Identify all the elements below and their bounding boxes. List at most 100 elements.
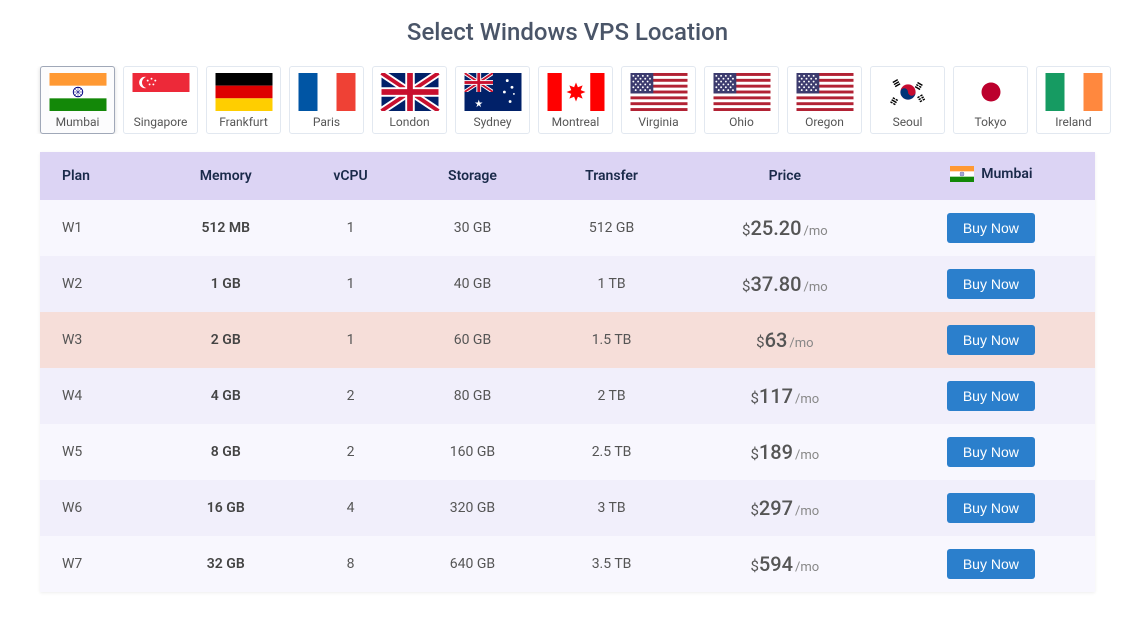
flag-sg-icon [130, 73, 192, 111]
location-card-tokyo[interactable]: Tokyo [953, 66, 1028, 134]
page-title: Select Windows VPS Location [0, 18, 1135, 46]
cell-price: $189/mo [683, 424, 887, 480]
table-row: W616 GB4320 GB3 TB$297/moBuy Now [40, 480, 1095, 536]
cell-memory: 4 GB [155, 368, 296, 424]
cell-action: Buy Now [887, 312, 1095, 368]
cell-vcpu: 2 [296, 368, 404, 424]
cell-transfer: 2.5 TB [540, 424, 683, 480]
cell-memory: 512 MB [155, 200, 296, 256]
cell-price: $25.20/mo [683, 200, 887, 256]
flag-fr-icon [296, 73, 358, 111]
flag-in-icon [47, 73, 109, 111]
cell-memory: 1 GB [155, 256, 296, 312]
location-list: Mumbai Singapore Frankfurt Paris London Sydne… [0, 66, 1135, 134]
cell-storage: 30 GB [405, 200, 540, 256]
location-label: Frankfurt [211, 115, 276, 129]
cell-plan: W3 [40, 312, 155, 368]
table-row: W44 GB280 GB2 TB$117/mo Buy Now [40, 368, 1095, 424]
cell-action: Buy Now [887, 536, 1095, 592]
cell-transfer: 3.5 TB [540, 536, 683, 592]
buy-now-button[interactable]: Buy Now [947, 381, 1035, 411]
location-card-paris[interactable]: Paris [289, 66, 364, 134]
location-label: Mumbai [45, 115, 110, 129]
flag-de-icon [213, 73, 275, 111]
cell-vcpu: 1 [296, 256, 404, 312]
table-row: W1512 MB130 GB512 GB$25.20/mo Buy Now [40, 200, 1095, 256]
cell-vcpu: 4 [296, 480, 404, 536]
cell-action: Buy Now [887, 256, 1095, 312]
cell-storage: 640 GB [405, 536, 540, 592]
buy-now-button[interactable]: Buy Now [947, 493, 1035, 523]
buy-now-button[interactable]: Buy Now [947, 549, 1035, 579]
pricing-table: Plan Memory vCPU Storage Transfer Price … [40, 152, 1095, 592]
flag-au-icon [462, 73, 524, 111]
cell-storage: 320 GB [405, 480, 540, 536]
cell-plan: W4 [40, 368, 155, 424]
cell-memory: 8 GB [155, 424, 296, 480]
flag-ie-icon [1043, 73, 1105, 111]
cell-vcpu: 1 [296, 200, 404, 256]
cell-price: $594/mo [683, 536, 887, 592]
cell-memory: 2 GB [155, 312, 296, 368]
location-card-virginia[interactable]: Virginia [621, 66, 696, 134]
location-card-sydney[interactable]: Sydney [455, 66, 530, 134]
location-card-singapore[interactable]: Singapore [123, 66, 198, 134]
cell-plan: W1 [40, 200, 155, 256]
col-vcpu: vCPU [296, 152, 404, 200]
cell-action: Buy Now [887, 368, 1095, 424]
buy-now-button[interactable]: Buy Now [947, 437, 1035, 467]
cell-price: $117/mo [683, 368, 887, 424]
header-location-label: Mumbai [981, 166, 1032, 182]
cell-transfer: 1 TB [540, 256, 683, 312]
cell-memory: 16 GB [155, 480, 296, 536]
flag-us-icon [711, 73, 773, 111]
buy-now-button[interactable]: Buy Now [947, 213, 1035, 243]
col-transfer: Transfer [540, 152, 683, 200]
location-label: Montreal [543, 115, 608, 129]
flag-jp-icon [960, 73, 1022, 111]
cell-vcpu: 8 [296, 536, 404, 592]
location-label: Seoul [875, 115, 940, 129]
table-row: W58 GB2160 GB2.5 TB$189/moBuy Now [40, 424, 1095, 480]
flag-ca-icon [545, 73, 607, 111]
buy-now-button[interactable]: Buy Now [947, 325, 1035, 355]
cell-storage: 60 GB [405, 312, 540, 368]
location-card-mumbai[interactable]: Mumbai [40, 66, 115, 134]
cell-transfer: 2 TB [540, 368, 683, 424]
location-label: Singapore [128, 115, 193, 129]
buy-now-button[interactable]: Buy Now [947, 269, 1035, 299]
location-label: Paris [294, 115, 359, 129]
location-card-montreal[interactable]: Montreal [538, 66, 613, 134]
col-storage: Storage [405, 152, 540, 200]
cell-transfer: 1.5 TB [540, 312, 683, 368]
cell-transfer: 512 GB [540, 200, 683, 256]
flag-us-icon [794, 73, 856, 111]
location-label: Virginia [626, 115, 691, 129]
location-card-london[interactable]: London [372, 66, 447, 134]
cell-storage: 80 GB [405, 368, 540, 424]
table-row: W32 GB160 GB1.5 TB$63/moBuy Now [40, 312, 1095, 368]
col-location: Mumbai [887, 152, 1095, 200]
flag-kr-icon [877, 73, 939, 111]
header-flag-icon [949, 166, 975, 182]
col-plan: Plan [40, 152, 155, 200]
location-card-frankfurt[interactable]: Frankfurt [206, 66, 281, 134]
location-label: Ohio [709, 115, 774, 129]
cell-price: $37.80/mo [683, 256, 887, 312]
location-label: Ireland [1041, 115, 1106, 129]
table-header-row: Plan Memory vCPU Storage Transfer Price … [40, 152, 1095, 200]
cell-action: Buy Now [887, 424, 1095, 480]
location-label: Oregon [792, 115, 857, 129]
flag-uk-icon [379, 73, 441, 111]
cell-storage: 160 GB [405, 424, 540, 480]
location-card-ireland[interactable]: Ireland [1036, 66, 1111, 134]
location-card-oregon[interactable]: Oregon [787, 66, 862, 134]
location-card-seoul[interactable]: Seoul [870, 66, 945, 134]
location-label: Sydney [460, 115, 525, 129]
cell-vcpu: 2 [296, 424, 404, 480]
location-card-ohio[interactable]: Ohio [704, 66, 779, 134]
table-row: W21 GB140 GB1 TB$37.80/moBuy Now [40, 256, 1095, 312]
cell-plan: W7 [40, 536, 155, 592]
cell-price: $63/mo [683, 312, 887, 368]
flag-us-icon [628, 73, 690, 111]
